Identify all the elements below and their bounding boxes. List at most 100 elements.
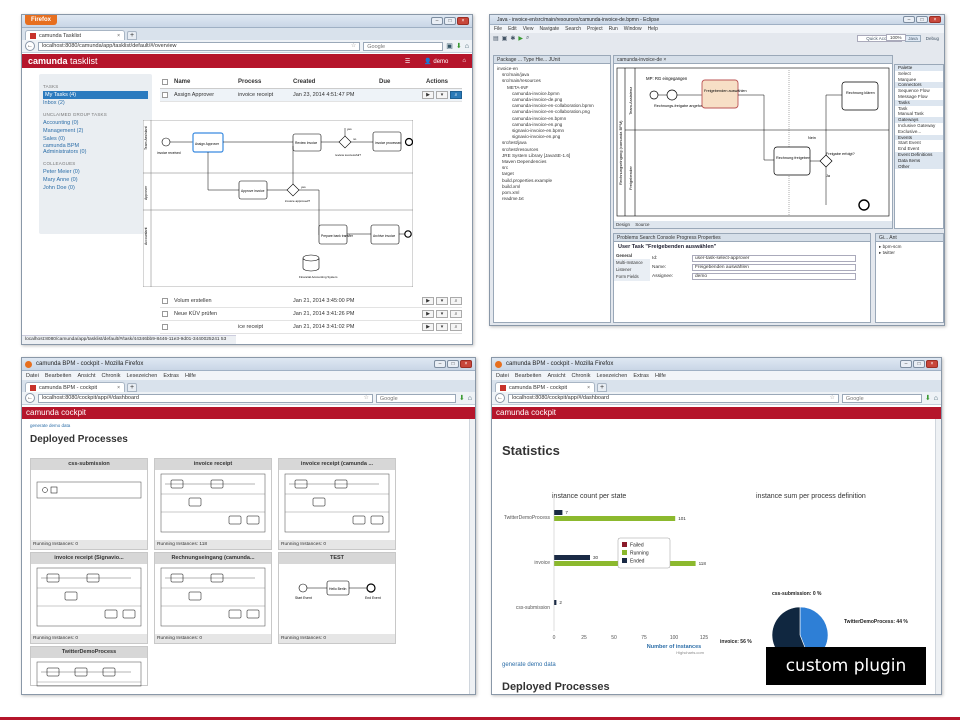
menu-extras[interactable]: Extras <box>163 373 179 379</box>
props-tab-listener[interactable]: Listener <box>614 266 650 273</box>
row-checkbox[interactable] <box>162 311 168 317</box>
new-tab-button[interactable]: + <box>127 383 137 392</box>
bookmark-star-icon[interactable]: ☆ <box>830 394 835 402</box>
start-task-icon[interactable]: ▶ <box>422 310 434 318</box>
close-icon[interactable]: × <box>929 16 941 23</box>
menu-window[interactable]: Window <box>624 26 642 32</box>
table-row[interactable]: Neue KÜV prüfen Jan 21, 2014 3:41:26 PM … <box>160 308 462 321</box>
back-arrow-icon[interactable]: ← <box>495 393 505 403</box>
run-icon[interactable]: ▶ <box>518 35 523 42</box>
debug-icon[interactable]: ✱ <box>510 35 515 42</box>
maximize-icon[interactable]: □ <box>447 360 459 368</box>
col-due[interactable]: Due <box>379 79 417 85</box>
back-arrow-icon[interactable]: ← <box>25 393 35 403</box>
start-task-icon[interactable]: ▶ <box>422 91 434 99</box>
close-tab-icon[interactable]: × <box>117 33 120 39</box>
list-icon[interactable]: ☰ <box>405 58 410 65</box>
dropdown-caret-icon[interactable]: ▾ <box>436 297 448 305</box>
props-tab-general[interactable]: General <box>614 252 650 259</box>
maximize-icon[interactable]: □ <box>444 17 456 25</box>
user-menu[interactable]: 👤 demo <box>424 58 448 65</box>
search-box[interactable]: Google <box>375 393 456 403</box>
sidebar-item-mary-anne[interactable]: Mary Anne (0) <box>43 176 148 184</box>
close-icon[interactable]: × <box>457 17 469 25</box>
maximize-icon[interactable]: □ <box>916 16 928 23</box>
menu-file[interactable]: File <box>494 26 502 32</box>
start-task-icon[interactable]: ▶ <box>422 297 434 305</box>
search-icon[interactable]: ⌕ <box>526 35 529 42</box>
editor-tab[interactable]: camunda-invoice-de × <box>614 56 892 64</box>
git-tabs[interactable]: Gi... Ant <box>876 234 943 242</box>
minimize-icon[interactable]: – <box>900 360 912 368</box>
download-arrow-icon[interactable]: ⬇ <box>456 42 462 50</box>
assignee-field[interactable]: demo <box>692 273 856 280</box>
menu-hilfe[interactable]: Hilfe <box>655 373 666 379</box>
row-checkbox[interactable] <box>162 298 168 304</box>
browser-tab[interactable]: camunda BPM - cockpit × <box>25 382 125 392</box>
sidebar-item-inbox[interactable]: Inbox (2) <box>43 99 148 107</box>
process-card[interactable]: TEST Start Event Hello Berlin End Event Runn… <box>278 552 396 644</box>
new-file-icon[interactable]: ▤ <box>493 35 499 42</box>
props-tab-multi-instance[interactable]: Multi-Instance <box>614 259 650 266</box>
tree-item[interactable]: readme.txt <box>497 196 607 202</box>
sidebar-item-accounting[interactable]: Accounting (0) <box>43 119 148 127</box>
process-card[interactable]: Rechnungseingang (camunda... Running Inst… <box>154 552 272 644</box>
task-box[interactable] <box>773 146 811 176</box>
perspective-java[interactable]: Java <box>905 35 921 42</box>
scrollbar[interactable] <box>469 419 475 694</box>
menu-navigate[interactable]: Navigate <box>539 26 559 32</box>
col-name[interactable]: Name <box>174 79 238 85</box>
task-box[interactable] <box>841 81 879 111</box>
menu-lesezeichen[interactable]: Lesezeichen <box>126 373 157 379</box>
row-checkbox[interactable] <box>162 92 168 98</box>
search-box[interactable]: Google <box>363 41 444 51</box>
process-card[interactable]: invoice receipt Running Instances: 118 <box>154 458 272 550</box>
close-tab-icon[interactable]: × <box>117 385 120 391</box>
close-icon[interactable]: × <box>460 360 472 368</box>
back-arrow-icon[interactable]: ← <box>25 41 35 51</box>
menu-bearbeiten[interactable]: Bearbeiten <box>515 373 542 379</box>
zoom-combo[interactable]: 100% <box>886 34 906 41</box>
search-icon[interactable]: ⌕ <box>450 91 462 99</box>
firefox-menu-button[interactable]: Firefox <box>25 15 58 25</box>
save-icon[interactable]: ▣ <box>502 35 508 42</box>
palette-category[interactable]: Other <box>895 163 943 170</box>
search-icon[interactable]: ⌕ <box>450 310 462 318</box>
props-tab-form-fields[interactable]: Form Fields <box>614 273 650 280</box>
sidebar-item-my-tasks[interactable]: My Tasks (4) <box>43 91 148 99</box>
new-tab-button[interactable]: + <box>597 383 607 392</box>
menu-project[interactable]: Project <box>587 26 603 32</box>
menu-lesezeichen[interactable]: Lesezeichen <box>596 373 627 379</box>
sidebar-item-peter-meier[interactable]: Peter Meier (0) <box>43 168 148 176</box>
process-card[interactable]: invoice receipt (camunda ... Running Inst… <box>278 458 396 550</box>
git-repo-item[interactable]: ▸ twitter <box>879 250 940 256</box>
download-arrow-icon[interactable]: ⬇ <box>925 394 931 402</box>
perspective-debug[interactable]: Debug <box>924 36 941 41</box>
menu-extras[interactable]: Extras <box>633 373 649 379</box>
home-icon[interactable]: ⌂ <box>468 395 472 402</box>
menu-edit[interactable]: Edit <box>508 26 517 32</box>
menu-search[interactable]: Search <box>565 26 581 32</box>
search-icon[interactable]: ⌕ <box>450 323 462 331</box>
process-card[interactable]: invoice receipt (Signavio... Running Inst… <box>30 552 148 644</box>
col-process[interactable]: Process <box>238 79 293 85</box>
bookmark-star-icon[interactable]: ☆ <box>364 394 369 402</box>
menu-ansicht[interactable]: Ansicht <box>77 373 95 379</box>
menu-chronik[interactable]: Chronik <box>102 373 121 379</box>
generate-demo-link[interactable]: generate demo data <box>30 423 70 428</box>
sidebar-item-john-doe[interactable]: John Doe (0) <box>43 184 148 192</box>
process-card[interactable]: css-submission Running Instances: 0 <box>30 458 148 550</box>
menu-datei[interactable]: Datei <box>26 373 39 379</box>
row-checkbox[interactable] <box>162 324 168 330</box>
start-task-icon[interactable]: ▶ <box>422 323 434 331</box>
search-box[interactable]: Google <box>841 393 922 403</box>
process-card[interactable]: TwitterDemoProcess <box>30 646 148 687</box>
url-bar[interactable]: localhost:8080/camunda/app/tasklist/defa… <box>38 41 361 51</box>
menu-chronik[interactable]: Chronik <box>572 373 591 379</box>
sidebar-item-administrators[interactable]: Administrators (0) <box>43 149 148 156</box>
url-bar[interactable]: localhost:8080/cockpit/app/#/dashboard ☆ <box>38 393 373 403</box>
name-field[interactable]: Freigebenden auswählen <box>692 264 856 271</box>
menu-view[interactable]: View <box>523 26 534 32</box>
close-tab-icon[interactable]: × <box>587 385 590 391</box>
table-row[interactable]: Assign Approver invoice receipt Jan 23, … <box>160 89 462 102</box>
